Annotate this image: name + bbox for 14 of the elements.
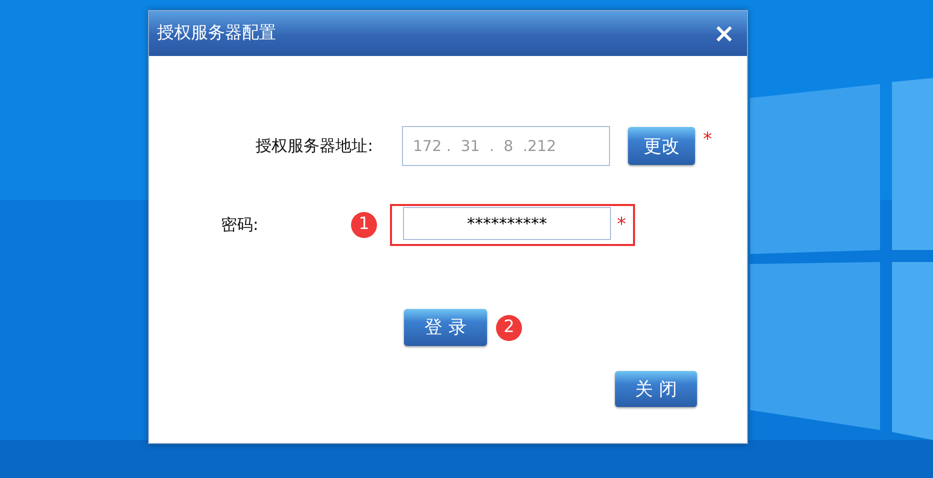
close-button[interactable]: 关 闭 (615, 371, 697, 407)
login-button[interactable]: 登 录 (404, 309, 487, 346)
password-field[interactable]: ********** (403, 207, 611, 240)
field-label: 密码: (221, 214, 260, 236)
ip-address-value: 172 . 31 . 8 .212 (413, 136, 556, 157)
callout-badge: 2 (496, 314, 522, 340)
required-mark: * (703, 128, 712, 152)
window-title: 授权服务器配置 (157, 22, 276, 45)
change-button[interactable]: 更改 (628, 127, 695, 165)
required-mark: * (617, 213, 626, 237)
field-label: 授权服务器地址: (254, 135, 373, 157)
callout-badge: 1 (351, 212, 377, 238)
password-value: ********** (467, 212, 547, 234)
ip-address-field[interactable]: 172 . 31 . 8 .212 (402, 126, 610, 166)
